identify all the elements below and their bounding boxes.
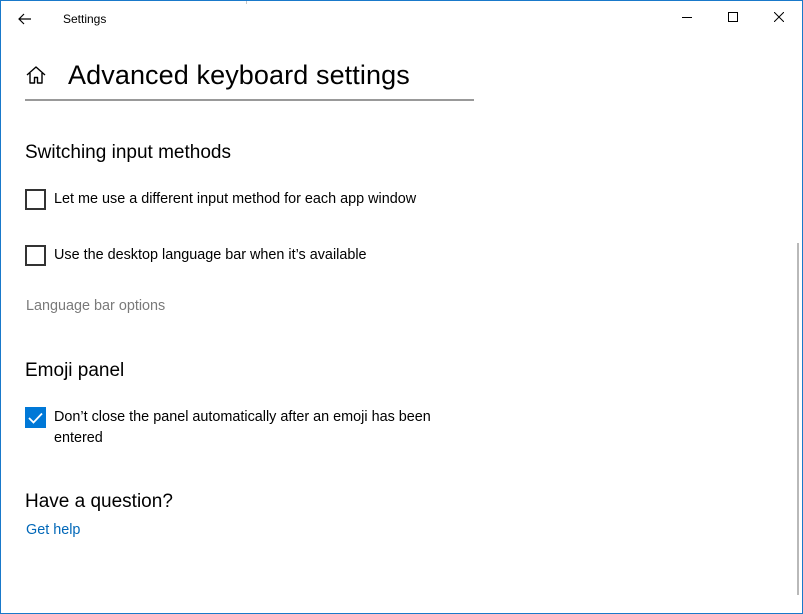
title-underline: [25, 99, 474, 101]
emoji-keep-open-checkbox-row[interactable]: Don’t close the panel automatically afte…: [25, 407, 454, 449]
settings-window: Settings Advanced keyboard settings Swit…: [0, 0, 803, 614]
emoji-heading: Emoji panel: [25, 360, 125, 381]
language-bar-checkbox[interactable]: [25, 245, 46, 266]
emoji-keep-open-checkbox[interactable]: [25, 407, 46, 428]
page-title: Advanced keyboard settings: [68, 60, 410, 90]
back-button[interactable]: [7, 3, 43, 35]
language-bar-options-link: Language bar options: [26, 298, 166, 314]
switching-heading: Switching input methods: [25, 142, 231, 163]
per-app-input-checkbox[interactable]: [25, 189, 46, 210]
close-icon: [774, 12, 784, 22]
checkmark-icon: [28, 412, 43, 424]
per-app-input-checkbox-row[interactable]: Let me use a different input method for …: [25, 189, 454, 210]
close-button[interactable]: [756, 1, 802, 33]
back-arrow-icon: [18, 13, 31, 25]
home-icon: [26, 66, 46, 84]
get-help-link[interactable]: Get help: [26, 522, 80, 538]
title-bar: Settings: [1, 1, 802, 37]
maximize-icon: [728, 12, 738, 22]
titlebar-divider: [246, 1, 247, 4]
help-heading: Have a question?: [25, 491, 173, 512]
maximize-button[interactable]: [710, 1, 756, 33]
per-app-input-label: Let me use a different input method for …: [54, 191, 417, 207]
app-title: Settings: [63, 12, 107, 26]
scrollbar[interactable]: [797, 243, 799, 595]
home-button[interactable]: [25, 64, 47, 86]
minimize-button[interactable]: [664, 1, 710, 33]
language-bar-label: Use the desktop language bar when it’s a…: [54, 247, 367, 263]
language-bar-checkbox-row[interactable]: Use the desktop language bar when it’s a…: [25, 245, 454, 266]
minimize-icon: [682, 17, 692, 18]
emoji-keep-open-label: Don’t close the panel automatically afte…: [54, 409, 431, 446]
